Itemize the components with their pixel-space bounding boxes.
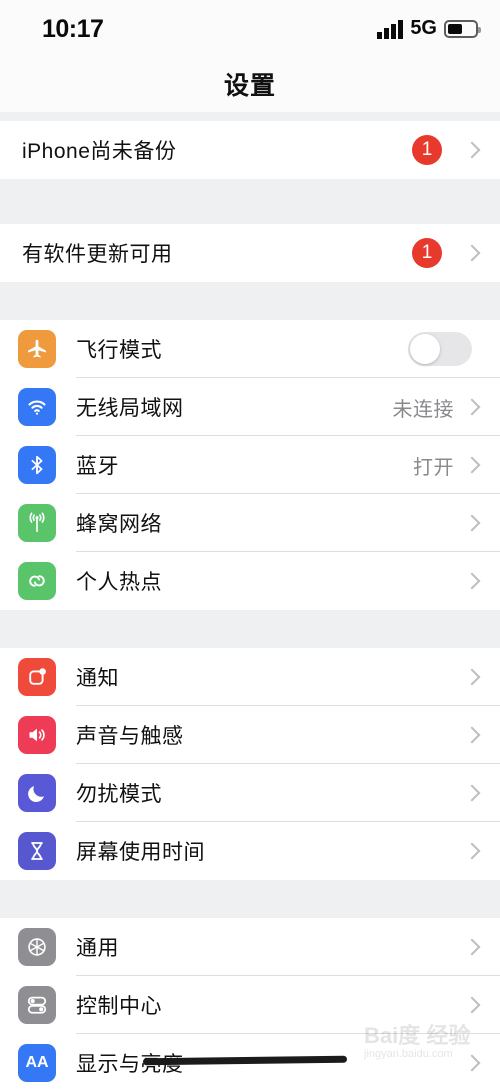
row-software-update[interactable]: 有软件更新可用 1 [0,224,500,282]
chevron-right-icon [463,726,481,744]
row-notifications[interactable]: 通知 [0,648,500,706]
chevron-right-icon [463,996,481,1014]
row-general[interactable]: 通用 [0,918,500,976]
chevron-right-icon [463,141,481,159]
chevron-right-icon [463,1054,481,1072]
section-gap [0,179,500,224]
page-title: 设置 [223,72,276,100]
cellular-signal-icon [377,19,404,39]
hourglass-icon [18,832,56,870]
row-notifications-label: 通知 [76,667,119,690]
hotspot-link-icon [18,562,56,600]
row-cellular-label: 蜂窝网络 [76,513,162,536]
section-gap [0,610,500,648]
row-screen-time[interactable]: 屏幕使用时间 [0,822,500,880]
cellular-antenna-icon [18,504,56,542]
chevron-right-icon [463,456,481,474]
row-display-brightness-label: 显示与亮度 [76,1053,184,1076]
aa-text-icon: AA [18,1044,56,1082]
section-gap [0,282,500,320]
row-personal-hotspot[interactable]: 个人热点 [0,552,500,610]
row-airplane-mode[interactable]: 飞行模式 [0,320,500,378]
chevron-right-icon [463,514,481,532]
row-control-center[interactable]: 控制中心 [0,976,500,1034]
row-personal-hotspot-label: 个人热点 [76,571,162,594]
chevron-right-icon [463,398,481,416]
row-control-center-label: 控制中心 [76,995,162,1018]
chevron-right-icon [463,572,481,590]
row-do-not-disturb[interactable]: 勿扰模式 [0,764,500,822]
wifi-icon [18,388,56,426]
battery-icon [444,19,481,38]
chevron-right-icon [463,244,481,262]
row-display-brightness[interactable]: AA 显示与亮度 [0,1034,500,1092]
status-bar-clock: 10:17 [42,15,104,43]
row-backup-label: iPhone尚未备份 [22,140,177,163]
navigation-bar: 设置 [0,56,500,112]
row-do-not-disturb-label: 勿扰模式 [76,783,162,806]
airplane-mode-toggle[interactable] [408,332,472,366]
network-type-label: 5G [410,17,437,39]
backup-badge: 1 [412,135,442,165]
bluetooth-icon [18,446,56,484]
row-wifi-label: 无线局域网 [76,397,184,420]
moon-icon [18,774,56,812]
row-airplane-mode-label: 飞行模式 [76,339,162,362]
row-sounds-haptics-label: 声音与触感 [76,725,184,748]
section-alerts-update: 有软件更新可用 1 [0,224,500,282]
chevron-right-icon [463,938,481,956]
row-screen-time-label: 屏幕使用时间 [76,841,205,864]
row-software-update-label: 有软件更新可用 [22,243,173,266]
row-cellular[interactable]: 蜂窝网络 [0,494,500,552]
section-general-group: 通用 控制中心 AA 显示与亮度 [0,918,500,1092]
chevron-right-icon [463,842,481,860]
status-bar: 10:17 5G [0,0,500,56]
settings-screen: 10:17 5G 设置 iPhone尚未备份 1 有软件更新可用 1 飞行模式 … [0,0,500,1092]
gear-icon [18,928,56,966]
status-bar-indicators: 5G [377,17,481,40]
section-gap [0,880,500,918]
wifi-status-value: 未连接 [392,398,454,421]
chevron-right-icon [463,668,481,686]
row-sounds-haptics[interactable]: 声音与触感 [0,706,500,764]
section-gap [0,112,500,121]
section-notifications-sounds: 通知 声音与触感 勿扰模式 屏幕使用时间 [0,648,500,880]
notifications-icon [18,658,56,696]
section-connectivity: 飞行模式 无线局域网 未连接 蓝牙 打开 蜂窝网络 个人热点 [0,320,500,610]
toggle-knob [410,334,440,364]
row-bluetooth-label: 蓝牙 [76,455,119,478]
chevron-right-icon [463,784,481,802]
toggles-icon [18,986,56,1024]
speaker-icon [18,716,56,754]
row-backup[interactable]: iPhone尚未备份 1 [0,121,500,179]
bluetooth-status-value: 打开 [413,456,454,479]
section-alerts-backup: iPhone尚未备份 1 [0,121,500,179]
row-bluetooth[interactable]: 蓝牙 打开 [0,436,500,494]
row-wifi[interactable]: 无线局域网 未连接 [0,378,500,436]
airplane-icon [18,330,56,368]
row-general-label: 通用 [76,937,119,960]
software-update-badge: 1 [412,238,442,268]
